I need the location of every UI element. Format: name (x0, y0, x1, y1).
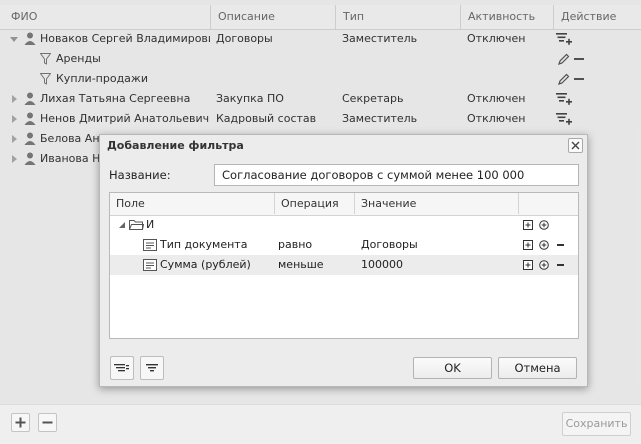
close-button[interactable] (568, 138, 583, 153)
add-condition-icon[interactable] (539, 240, 549, 250)
bottom-toolbar (0, 404, 641, 444)
tree-row-selected[interactable]: Сумма (рублей) меньше 100000 (110, 255, 578, 275)
dialog-title: Добавление фильтра (107, 139, 244, 152)
tree-value: Договоры (361, 238, 418, 251)
folder-icon (129, 219, 144, 231)
add-group-icon[interactable] (523, 220, 533, 230)
filter-lines-icon (146, 364, 158, 372)
tree-col-field[interactable]: Поле (110, 193, 275, 214)
collapse-arrow-icon[interactable] (119, 222, 126, 229)
tree-col-value[interactable]: Значение (355, 193, 519, 214)
cancel-button[interactable]: Отмена (498, 357, 577, 379)
close-icon (571, 141, 580, 150)
add-condition-icon[interactable] (539, 260, 549, 270)
group-filter-icon (114, 364, 129, 372)
add-condition-button[interactable] (140, 356, 164, 380)
add-group-icon[interactable] (523, 260, 533, 270)
name-label: Название: (109, 168, 171, 182)
tree-field: Тип документа (160, 238, 248, 251)
ok-button[interactable]: OK (413, 357, 492, 379)
tree-row[interactable]: И (110, 215, 578, 235)
add-group-icon[interactable] (523, 240, 533, 250)
add-condition-icon[interactable] (539, 220, 549, 230)
tree-col-operation[interactable]: Операция (275, 193, 355, 214)
tree-header: Поле Операция Значение (110, 193, 578, 216)
remove-button[interactable] (38, 413, 57, 432)
minus-icon (42, 421, 53, 424)
save-button[interactable]: Сохранить (562, 412, 631, 436)
add-button[interactable] (11, 413, 30, 432)
tree-row[interactable]: Тип документа равно Договоры (110, 235, 578, 255)
remove-condition-icon[interactable] (557, 264, 564, 266)
tree-col-actions (519, 193, 578, 214)
field-icon (143, 239, 157, 251)
tree-field: И (146, 218, 155, 231)
filter-tree: Поле Операция Значение И Тип документа р… (109, 192, 579, 339)
field-icon (143, 259, 157, 271)
tree-value: 100000 (361, 258, 403, 271)
tree-field: Сумма (рублей) (160, 258, 251, 271)
filter-name-input[interactable]: Согласование договоров с суммой менее 10… (214, 164, 579, 186)
tree-operation: меньше (278, 258, 324, 271)
plus-icon (15, 417, 26, 428)
add-group-button[interactable] (110, 356, 134, 380)
tree-operation: равно (278, 238, 313, 251)
remove-condition-icon[interactable] (557, 244, 564, 246)
